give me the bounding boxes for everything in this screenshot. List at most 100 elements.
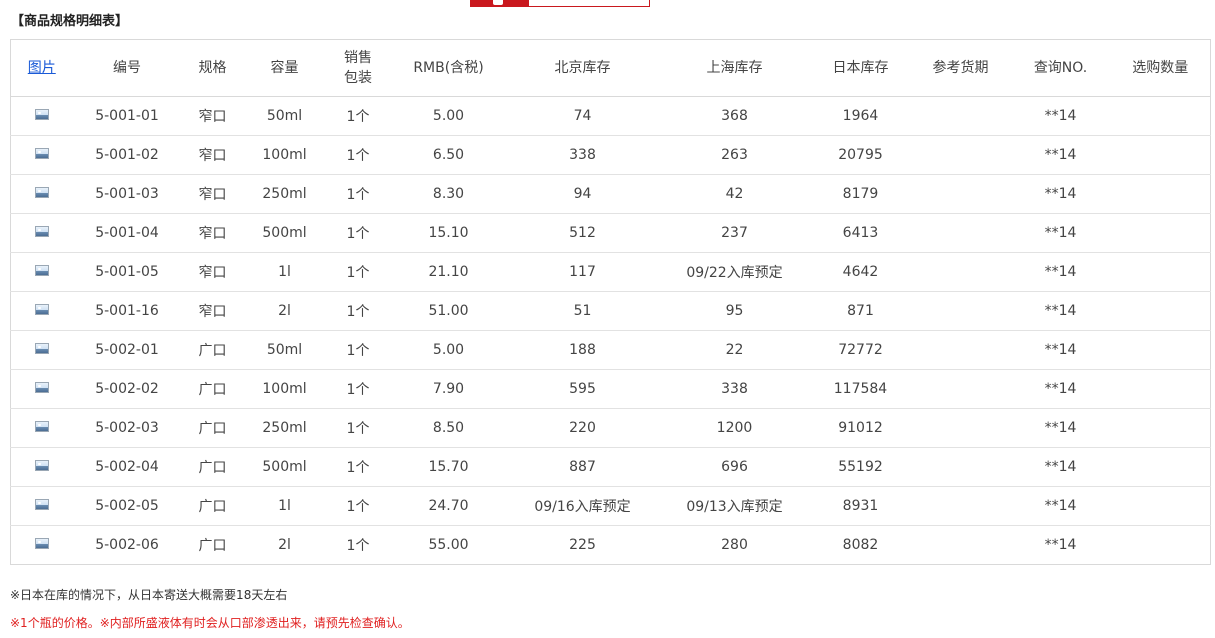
row-package: 1个 bbox=[325, 486, 391, 526]
row-price: 21.10 bbox=[390, 252, 507, 292]
row-quantity-cell[interactable] bbox=[1110, 252, 1211, 292]
row-image-cell[interactable] bbox=[10, 135, 73, 175]
image-thumbnail-icon[interactable] bbox=[34, 342, 49, 354]
row-quantity-cell[interactable] bbox=[1110, 330, 1211, 370]
row-spec: 窄口 bbox=[181, 96, 244, 136]
row-japan-stock: 72772 bbox=[810, 330, 911, 370]
row-beijing-stock: 887 bbox=[506, 447, 659, 487]
header-image-link[interactable]: 图片 bbox=[28, 60, 56, 76]
row-price: 8.50 bbox=[390, 408, 507, 448]
row-package: 1个 bbox=[325, 330, 391, 370]
row-quantity-cell[interactable] bbox=[1110, 291, 1211, 331]
row-query: **14 bbox=[1010, 135, 1111, 175]
image-thumbnail-icon[interactable] bbox=[34, 303, 49, 315]
row-capacity: 50ml bbox=[243, 330, 326, 370]
shipping-note: ※日本在库的情况下，从日本寄送大概需要18天左右 bbox=[10, 588, 288, 602]
row-image-cell[interactable] bbox=[10, 291, 73, 331]
row-image-cell[interactable] bbox=[11, 526, 73, 565]
row-capacity: 100ml bbox=[243, 135, 326, 175]
table-row: 5-001-04 窄口 500ml 1个 15.10 512 237 6413 **14 bbox=[10, 213, 1211, 253]
row-package: 1个 bbox=[325, 252, 391, 292]
row-package: 1个 bbox=[325, 408, 391, 448]
image-thumbnail-icon[interactable] bbox=[34, 147, 49, 159]
row-spec: 广口 bbox=[181, 486, 244, 526]
row-price: 15.70 bbox=[390, 447, 507, 487]
row-quantity-cell[interactable] bbox=[1110, 408, 1211, 448]
row-price: 7.90 bbox=[390, 369, 507, 409]
image-thumbnail-icon[interactable] bbox=[34, 225, 49, 237]
row-quantity-cell[interactable] bbox=[1110, 213, 1211, 253]
row-shanghai-stock: 1200 bbox=[658, 408, 811, 448]
image-thumbnail-icon[interactable] bbox=[34, 498, 49, 510]
row-quantity-cell[interactable] bbox=[1111, 526, 1211, 565]
row-quantity-cell[interactable] bbox=[1110, 486, 1211, 526]
row-query: **14 bbox=[1010, 486, 1111, 526]
header-spec: 规格 bbox=[181, 39, 244, 97]
row-query: **14 bbox=[1010, 447, 1111, 487]
row-capacity: 250ml bbox=[243, 408, 326, 448]
banner-logo-mark bbox=[493, 0, 503, 5]
row-capacity: 1l bbox=[243, 486, 326, 526]
row-query: **14 bbox=[1010, 96, 1111, 136]
row-image-cell[interactable] bbox=[10, 447, 73, 487]
row-capacity: 2l bbox=[243, 291, 326, 331]
row-image-cell[interactable] bbox=[10, 369, 73, 409]
image-thumbnail-icon[interactable] bbox=[34, 264, 49, 276]
row-japan-stock: 55192 bbox=[810, 447, 911, 487]
header-package-line1: 销售 bbox=[344, 50, 372, 66]
row-image-cell[interactable] bbox=[10, 252, 73, 292]
row-delivery bbox=[910, 369, 1011, 409]
row-image-cell[interactable] bbox=[10, 486, 73, 526]
row-image-cell[interactable] bbox=[10, 330, 73, 370]
image-thumbnail-icon[interactable] bbox=[34, 459, 49, 471]
row-beijing-stock: 512 bbox=[506, 213, 659, 253]
row-delivery bbox=[910, 330, 1011, 370]
row-capacity: 50ml bbox=[243, 96, 326, 136]
row-spec: 窄口 bbox=[181, 135, 244, 175]
row-price: 6.50 bbox=[390, 135, 507, 175]
row-beijing-stock: 338 bbox=[506, 135, 659, 175]
row-code: 5-001-04 bbox=[72, 213, 182, 253]
row-image-cell[interactable] bbox=[10, 213, 73, 253]
image-thumbnail-icon[interactable] bbox=[34, 420, 49, 432]
row-spec: 窄口 bbox=[181, 213, 244, 253]
image-thumbnail-icon[interactable] bbox=[34, 108, 49, 120]
row-delivery bbox=[910, 135, 1011, 175]
row-quantity-cell[interactable] bbox=[1110, 135, 1211, 175]
row-quantity-cell[interactable] bbox=[1110, 447, 1211, 487]
row-delivery bbox=[911, 526, 1011, 565]
row-capacity: 100ml bbox=[243, 369, 326, 409]
row-image-cell[interactable] bbox=[10, 408, 73, 448]
row-spec: 广口 bbox=[181, 369, 244, 409]
row-code: 5-001-05 bbox=[72, 252, 182, 292]
table-row: 5-001-16 窄口 2l 1个 51.00 51 95 871 **14 bbox=[10, 291, 1211, 331]
row-beijing-stock: 188 bbox=[506, 330, 659, 370]
header-image[interactable]: 图片 bbox=[10, 39, 73, 97]
row-code: 5-002-01 bbox=[72, 330, 182, 370]
row-query: **14 bbox=[1010, 369, 1111, 409]
header-shanghai-stock: 上海库存 bbox=[658, 39, 811, 97]
row-quantity-cell[interactable] bbox=[1110, 96, 1211, 136]
row-shanghai-stock: 280 bbox=[721, 537, 748, 553]
row-japan-stock: 8082 bbox=[842, 537, 879, 553]
image-thumbnail-icon[interactable] bbox=[34, 186, 49, 198]
row-quantity-cell[interactable] bbox=[1110, 174, 1211, 214]
row-japan-stock: 8931 bbox=[810, 486, 911, 526]
row-spec: 窄口 bbox=[181, 174, 244, 214]
row-beijing-stock: 595 bbox=[506, 369, 659, 409]
row-spec: 广口 bbox=[198, 538, 227, 554]
image-thumbnail-icon[interactable] bbox=[34, 381, 49, 393]
image-thumbnail-icon[interactable] bbox=[34, 537, 49, 549]
row-beijing-stock: 94 bbox=[506, 174, 659, 214]
row-japan-stock: 20795 bbox=[810, 135, 911, 175]
row-japan-stock: 871 bbox=[810, 291, 911, 331]
row-quantity-cell[interactable] bbox=[1110, 369, 1211, 409]
row-image-cell[interactable] bbox=[10, 96, 73, 136]
row-japan-stock: 91012 bbox=[810, 408, 911, 448]
header-code: 编号 bbox=[72, 39, 182, 97]
header-query: 查询NO. bbox=[1010, 39, 1111, 97]
row-package: 1个 bbox=[325, 96, 391, 136]
row-image-cell[interactable] bbox=[10, 174, 73, 214]
row-code: 5-001-01 bbox=[72, 96, 182, 136]
row-query: **14 bbox=[1010, 330, 1111, 370]
